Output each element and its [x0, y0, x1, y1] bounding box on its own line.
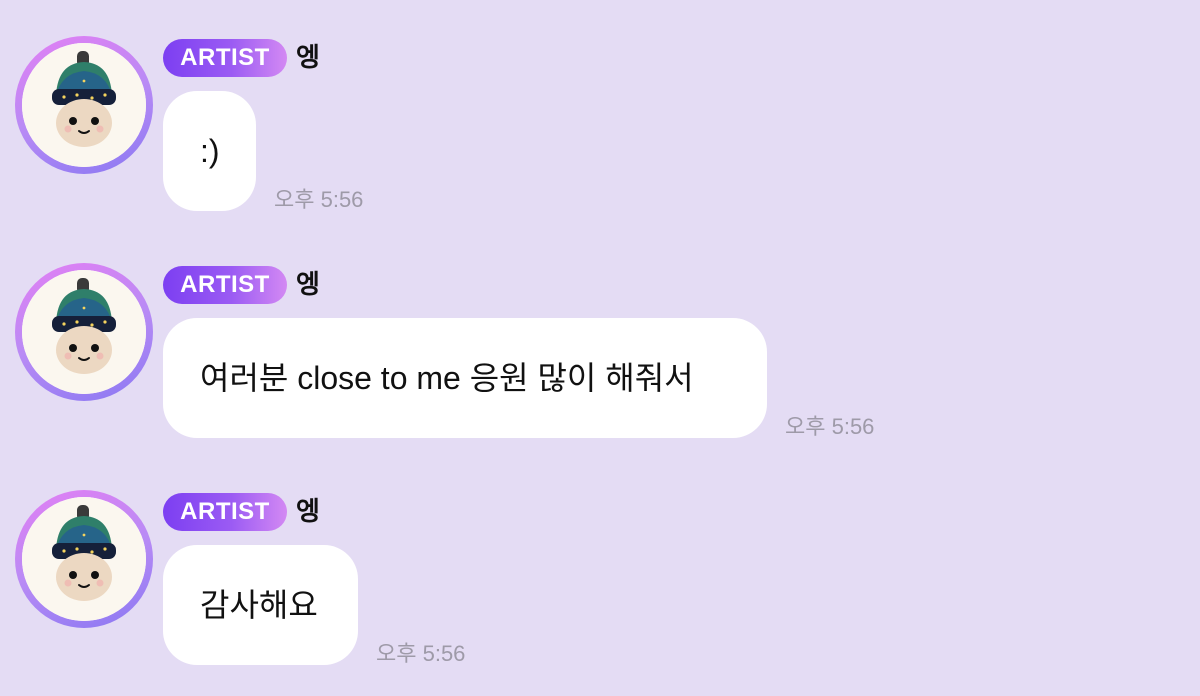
chat-message: ARTIST 엥 여러분 close to me 응원 많이 해줘서 오후 5:…: [0, 263, 1200, 453]
message-bubble[interactable]: :): [163, 91, 256, 211]
message-timestamp: 오후 5:56: [785, 414, 875, 439]
plush-doll-avatar-icon: [22, 270, 146, 394]
avatar[interactable]: [15, 263, 153, 401]
message-bubble[interactable]: 감사해요: [163, 545, 358, 665]
artist-badge: ARTIST: [163, 493, 287, 531]
sender-name: 엥: [296, 270, 320, 300]
avatar[interactable]: [15, 36, 153, 174]
artist-badge: ARTIST: [163, 266, 287, 304]
chat-message: ARTIST 엥 :) 오후 5:56: [0, 36, 1200, 226]
message-timestamp: 오후 5:56: [274, 187, 364, 212]
chat-message: ARTIST 엥 감사해요 오후 5:56: [0, 490, 1200, 680]
avatar[interactable]: [15, 490, 153, 628]
sender-name: 엥: [296, 497, 320, 527]
chat-thread: ARTIST 엥 :) 오후 5:56 ARTIST 엥 여러분 close t…: [0, 0, 1200, 696]
plush-doll-avatar-icon: [22, 497, 146, 621]
message-timestamp: 오후 5:56: [376, 641, 466, 666]
message-bubble[interactable]: 여러분 close to me 응원 많이 해줘서: [163, 318, 767, 438]
sender-name: 엥: [296, 43, 320, 73]
plush-doll-avatar-icon: [22, 43, 146, 167]
artist-badge: ARTIST: [163, 39, 287, 77]
